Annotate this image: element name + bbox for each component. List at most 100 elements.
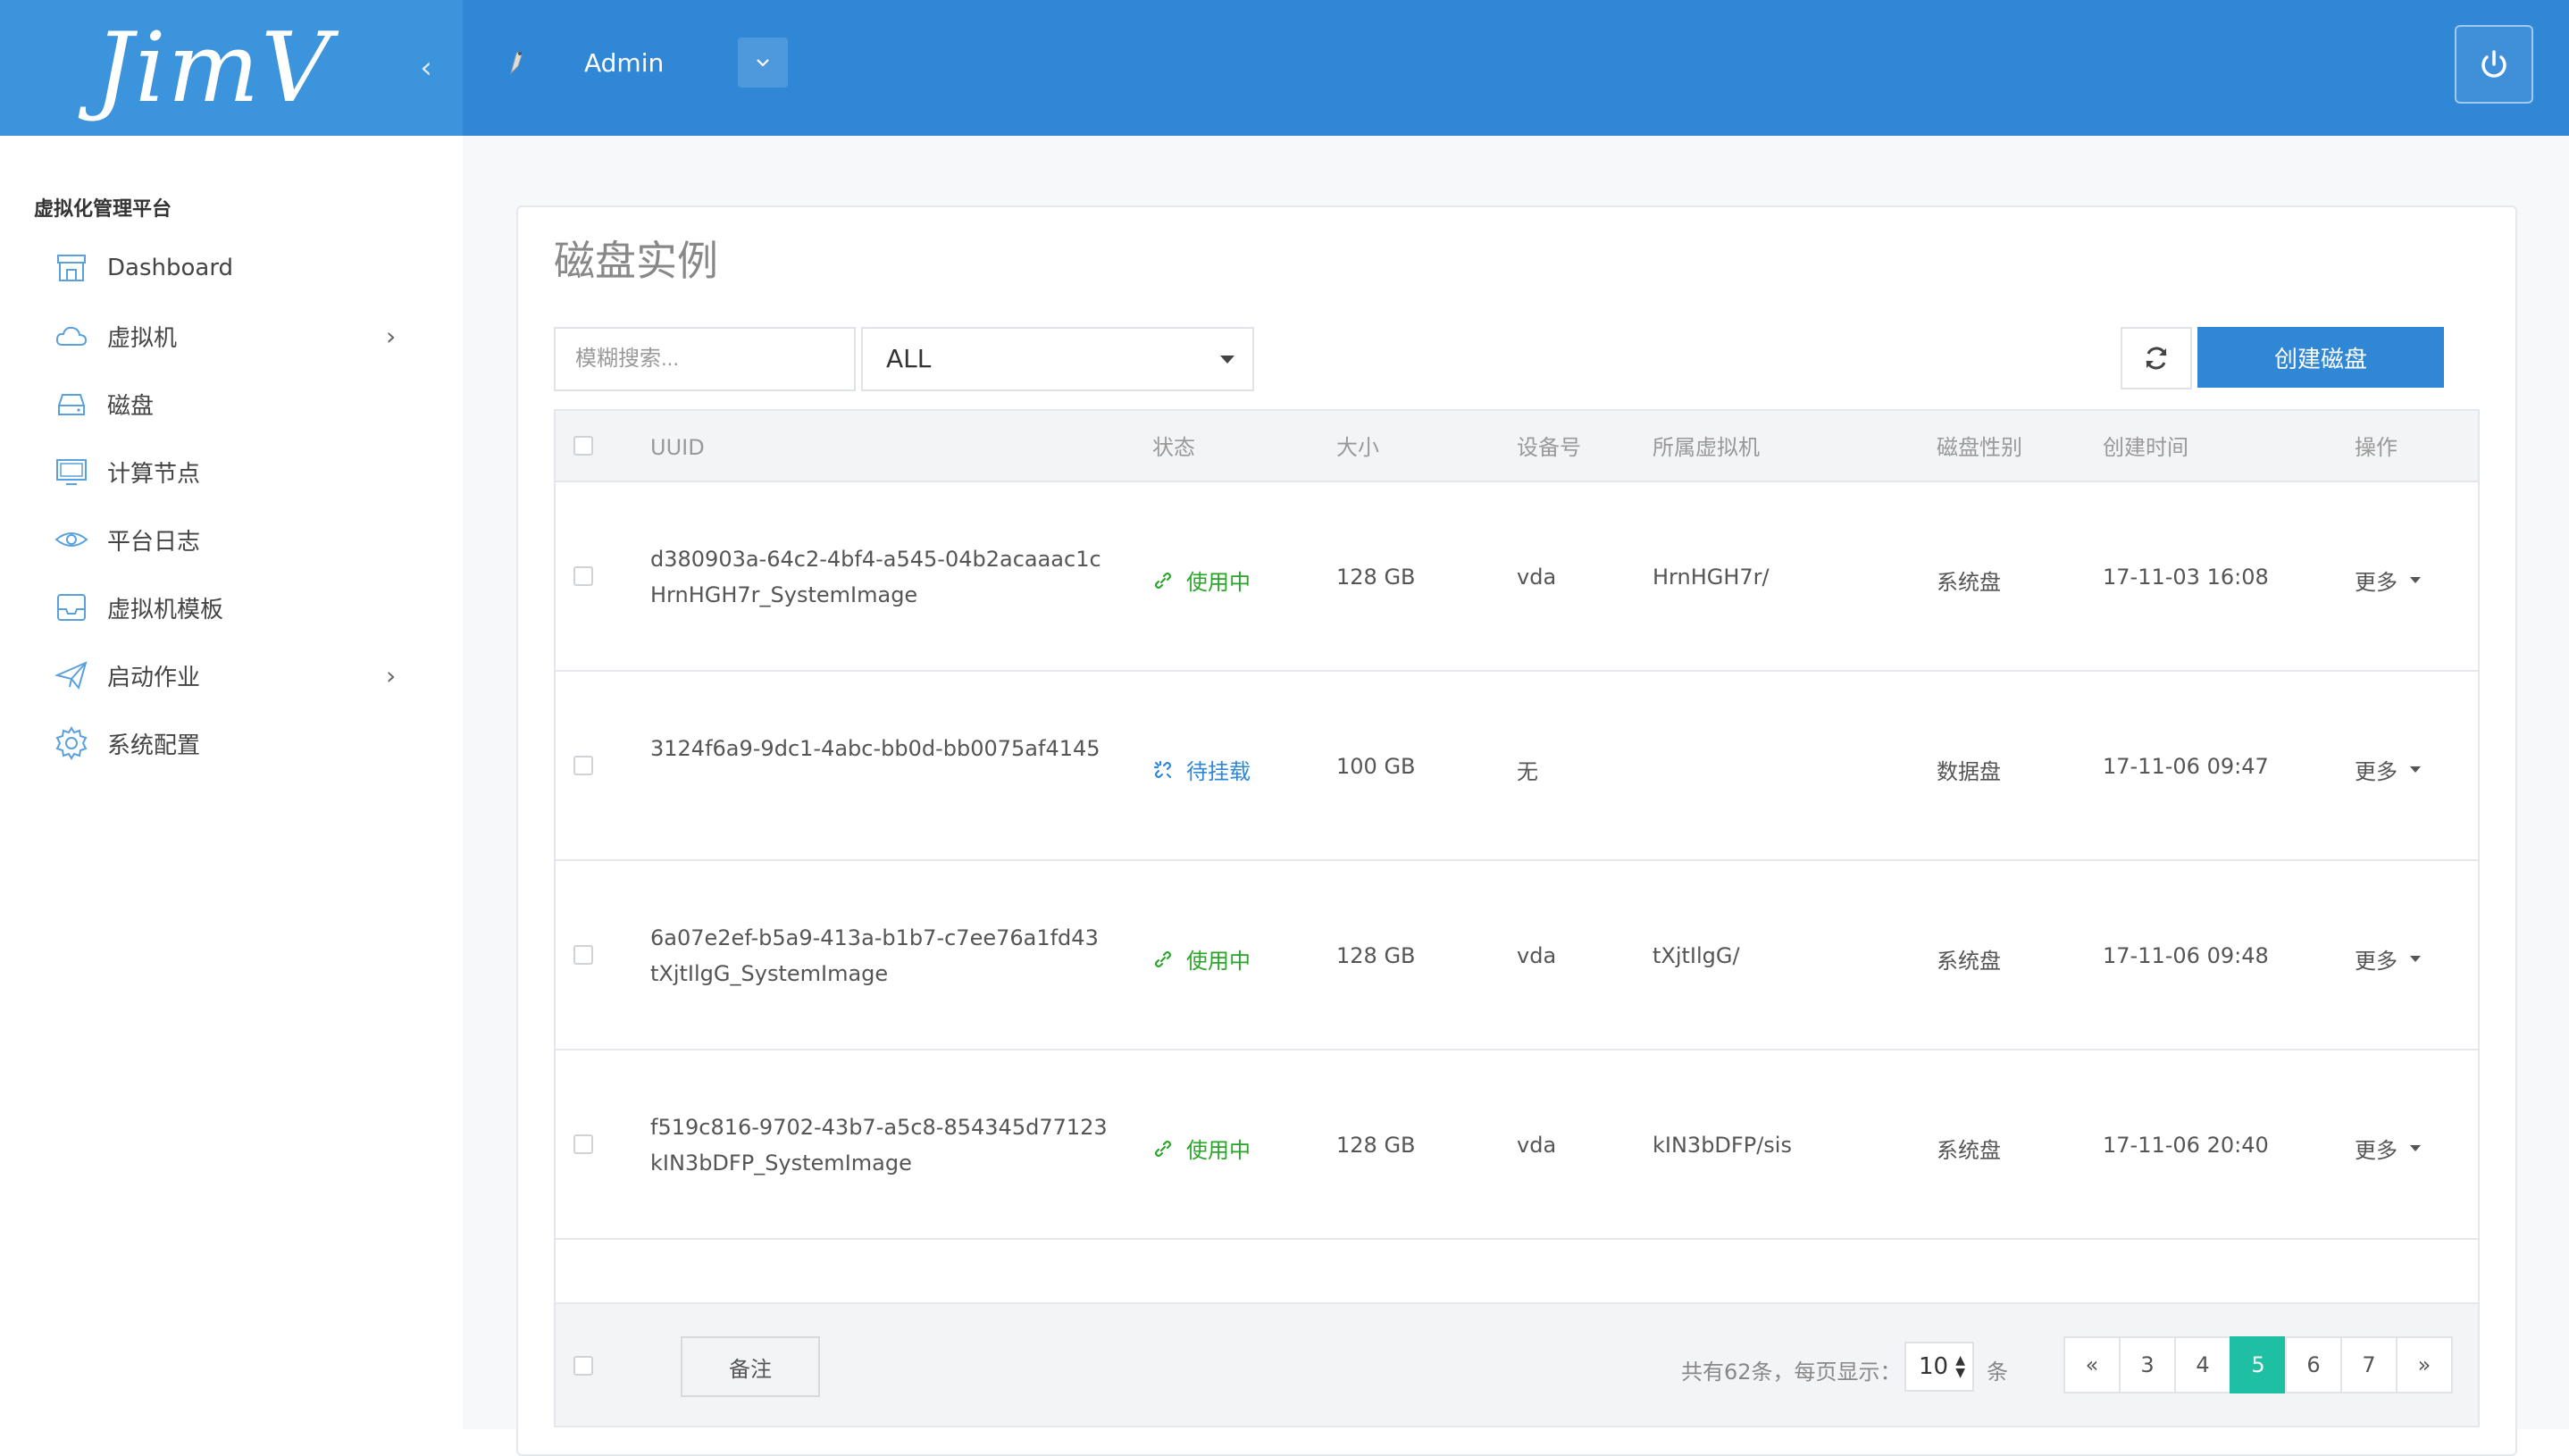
disk-vm: HrnHGH7r/ (1653, 565, 1770, 590)
disk-type: 系统盘 (1937, 949, 2001, 974)
brand-area: JimV (0, 0, 463, 136)
logout-button[interactable] (2455, 25, 2533, 104)
disk-size: 100 GB (1336, 754, 1416, 779)
user-menu-dropdown-button[interactable] (738, 38, 788, 88)
disk-label: kIN3bDFP_SystemImage (650, 1151, 912, 1176)
search-input[interactable] (554, 327, 856, 391)
disk-device: 无 (1517, 759, 1538, 784)
table-spacer-row (554, 1240, 2480, 1304)
table-row: 6a07e2ef-b5a9-413a-b1b7-c7ee76a1fd43 tXj… (554, 861, 2480, 1050)
status-in-use: 使用中 (1152, 1133, 1251, 1164)
more-actions-dropdown[interactable]: 更多 (2355, 943, 2421, 975)
caret-down-icon (1220, 356, 1234, 364)
more-label: 更多 (2355, 570, 2397, 595)
status-text: 使用中 (1186, 949, 1251, 974)
column-header-size: 大小 (1336, 435, 1379, 460)
create-disk-button[interactable]: 创建磁盘 (2197, 327, 2444, 388)
row-checkbox[interactable] (573, 945, 593, 965)
refresh-button[interactable] (2121, 327, 2192, 389)
caret-down-icon (2410, 766, 2421, 773)
disk-size: 128 GB (1336, 565, 1416, 590)
table-header: UUID 状态 大小 设备号 所属虚拟机 磁盘性别 创建时间 操作 (554, 409, 2480, 482)
status-pending: 待挂载 (1152, 754, 1251, 785)
sidebar-item-vm-template[interactable]: 虚拟机模板 (0, 573, 463, 641)
monitor-icon (56, 459, 87, 485)
disk-uuid: d380903a-64c2-4bf4-a545-04b2acaaac1c (650, 547, 1101, 572)
pagination-page[interactable]: 3 (2119, 1336, 2176, 1393)
column-header-vm: 所属虚拟机 (1653, 435, 1760, 460)
footer-select-all-checkbox[interactable] (573, 1356, 593, 1376)
disk-created: 17-11-06 20:40 (2103, 1133, 2269, 1158)
sidebar-item-label: Dashboard (107, 255, 234, 281)
store-icon (57, 255, 86, 281)
column-header-uuid: UUID (650, 435, 705, 460)
pagination-page[interactable]: 7 (2340, 1336, 2397, 1393)
sidebar-collapse-button[interactable]: ‹ (413, 52, 439, 84)
user-name: Admin (584, 48, 665, 78)
pagination-page[interactable]: 4 (2174, 1336, 2231, 1393)
disk-uuid: f519c816-9702-43b7-a5c8-854345d77123 (650, 1115, 1108, 1140)
table-row: d380903a-64c2-4bf4-a545-04b2acaaac1c Hrn… (554, 482, 2480, 672)
pagination-prev[interactable]: « (2063, 1336, 2121, 1393)
sidebar-item-label: 磁盘 (107, 392, 155, 420)
row-checkbox[interactable] (573, 566, 593, 586)
more-label: 更多 (2355, 759, 2397, 784)
pagination-page-current[interactable]: 5 (2230, 1336, 2287, 1393)
chevron-right-icon: › (386, 660, 397, 690)
link-icon (1154, 1140, 1172, 1157)
sidebar-item-label: 平台日志 (107, 528, 201, 556)
sidebar-item-label: 虚拟机模板 (107, 596, 224, 623)
column-header-actions: 操作 (2355, 435, 2397, 460)
user-avatar-icon (510, 51, 523, 75)
pagination-page[interactable]: 6 (2285, 1336, 2342, 1393)
status-in-use: 使用中 (1152, 943, 1251, 975)
disk-uuid: 3124f6a9-9dc1-4abc-bb0d-bb0075af4145 (650, 736, 1100, 761)
total-count-text: 共有62条，每页显示： (1681, 1360, 1902, 1385)
status-filter-select[interactable]: ALL (861, 327, 1254, 391)
disk-device: vda (1517, 1133, 1557, 1158)
link-icon (1154, 950, 1172, 967)
sidebar-item-compute-nodes[interactable]: 计算节点 (0, 438, 463, 506)
more-actions-dropdown[interactable]: 更多 (2355, 1133, 2421, 1164)
disk-label: tXjtIlgG_SystemImage (650, 961, 889, 986)
power-icon (2481, 50, 2506, 78)
pagination-next[interactable]: » (2396, 1336, 2453, 1393)
disk-vm: tXjtIlgG/ (1653, 943, 1740, 968)
status-text: 使用中 (1186, 1138, 1251, 1163)
disk-size: 128 GB (1336, 943, 1416, 968)
column-header-device: 设备号 (1517, 435, 1581, 460)
status-in-use: 使用中 (1152, 565, 1251, 596)
row-checkbox[interactable] (573, 1134, 593, 1154)
sidebar-item-boot-jobs[interactable]: 启动作业 › (0, 641, 463, 709)
cloud-icon (55, 326, 88, 346)
sidebar-item-platform-log[interactable]: 平台日志 (0, 506, 463, 573)
per-page-unit: 条 (1987, 1360, 2008, 1385)
column-header-disk-type: 磁盘性别 (1937, 435, 2022, 460)
chevron-down-icon (757, 59, 769, 67)
note-button[interactable]: 备注 (681, 1336, 820, 1397)
row-checkbox[interactable] (573, 756, 593, 775)
chevron-right-icon: › (386, 321, 397, 351)
page-size-select[interactable]: 10 ▲ ▼ (1904, 1342, 1974, 1392)
caret-down-icon (2410, 577, 2421, 583)
sidebar: 虚拟化管理平台 Dashboard 虚拟机 › 磁盘 计算节点 平台日志 虚拟机… (0, 136, 463, 1429)
sidebar-item-dashboard[interactable]: Dashboard (0, 234, 463, 302)
sidebar-item-vm[interactable]: 虚拟机 › (0, 302, 463, 370)
more-actions-dropdown[interactable]: 更多 (2355, 565, 2421, 596)
disk-device: vda (1517, 565, 1557, 590)
select-all-checkbox[interactable] (573, 436, 593, 456)
more-actions-dropdown[interactable]: 更多 (2355, 754, 2421, 785)
sidebar-item-system-config[interactable]: 系统配置 (0, 709, 463, 777)
sidebar-item-disk[interactable]: 磁盘 (0, 370, 463, 438)
disk-type: 数据盘 (1937, 759, 2001, 784)
paper-plane-icon (54, 661, 88, 690)
refresh-icon (2146, 347, 2167, 370)
table-footer: 备注 共有62条，每页显示： 10 ▲ ▼ 条 « 3 4 5 6 7 » (554, 1302, 2480, 1427)
gear-icon (55, 726, 88, 760)
column-header-created: 创建时间 (2103, 435, 2188, 460)
filter-value: ALL (886, 344, 932, 373)
eye-icon (54, 532, 88, 547)
status-text: 使用中 (1186, 570, 1251, 595)
disk-uuid: 6a07e2ef-b5a9-413a-b1b7-c7ee76a1fd43 (650, 925, 1099, 950)
sidebar-title: 虚拟化管理平台 (34, 198, 172, 221)
